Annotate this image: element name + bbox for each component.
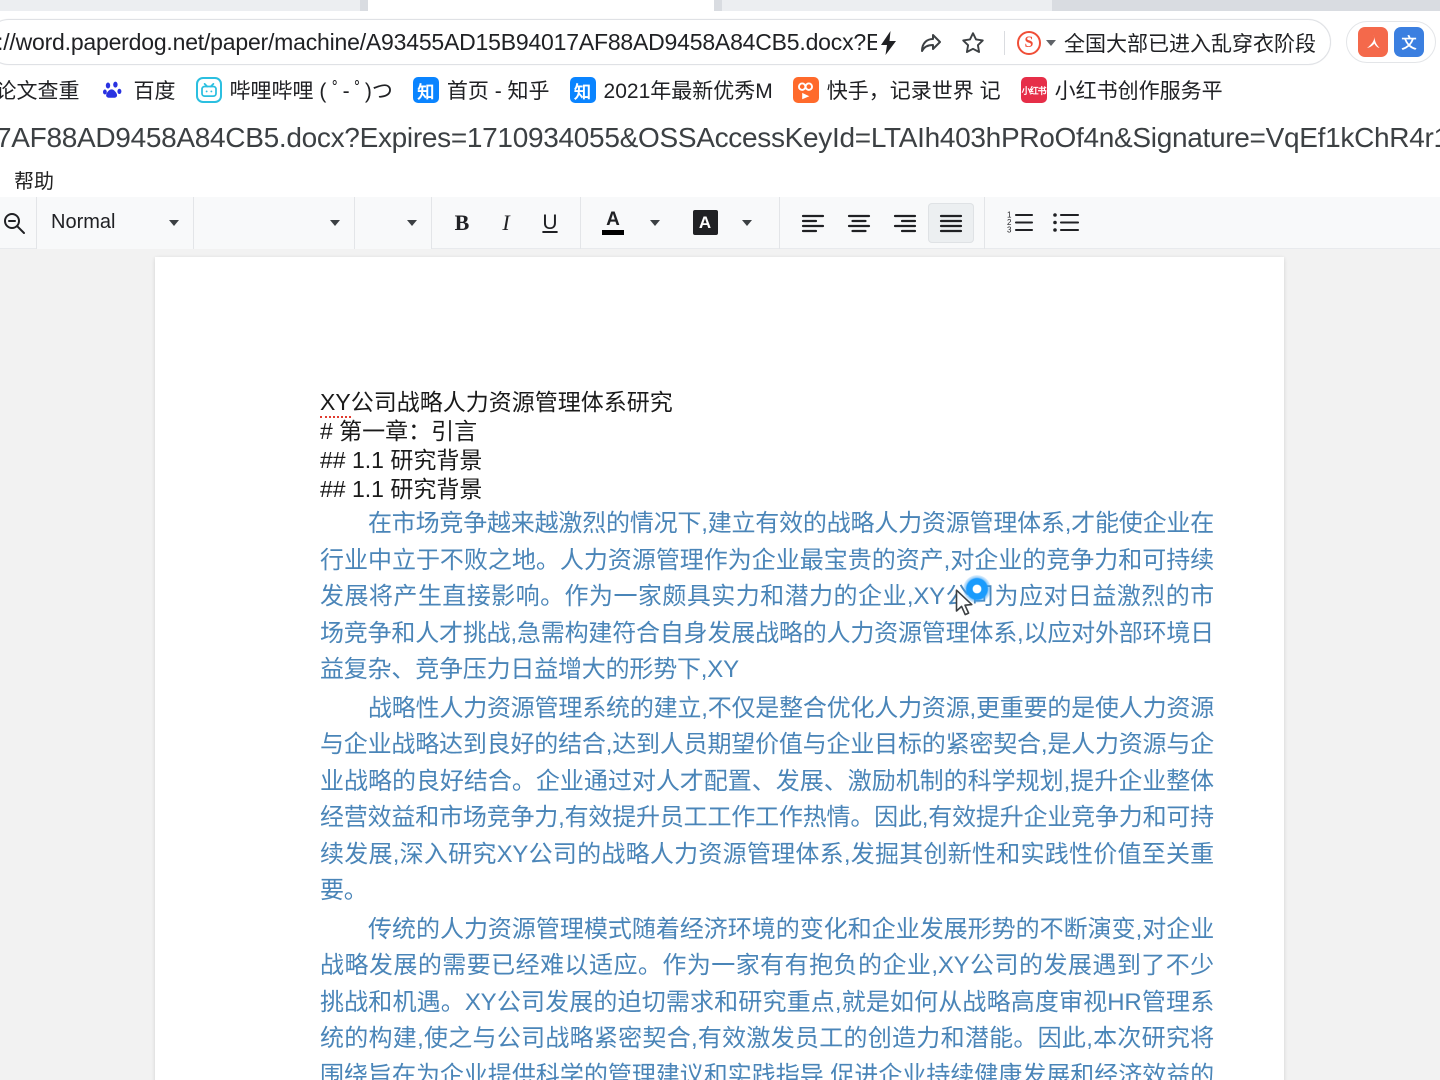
bookmark-label: 小红书创作服务平 xyxy=(1054,80,1223,103)
zhihu-icon: 知 xyxy=(569,77,596,103)
extensions-group: 文 xyxy=(1346,21,1436,63)
document-title-rest: 公司战略人力资源管理体系研究 xyxy=(350,389,673,415)
document-canvas[interactable]: XY公司战略人力资源管理体系研究 # 第一章：引言 ## 1.1 研究背景 ##… xyxy=(0,249,1440,1080)
address-bar-url[interactable]: ://word.paperdog.net/paper/machine/A9345… xyxy=(0,29,877,56)
align-right-button[interactable] xyxy=(882,203,928,243)
bookmarks-bar: s论文查重 百度 哔哩哔哩 ( ﾟ- ﾟ)つ 知 首页 - 知乎 知 2021年… xyxy=(0,66,1440,114)
document-url-header: 7AF88AD9458A84CB5.docx?Expires=171093405… xyxy=(0,114,1440,162)
toolbar-separator xyxy=(779,196,780,249)
document-title-line: XY公司战略人力资源管理体系研究 xyxy=(320,387,1214,418)
spellcheck-word: XY xyxy=(320,389,351,418)
kuaishou-icon xyxy=(792,77,819,103)
bookmark-label: 快手，记录世界 记 xyxy=(826,80,1001,103)
document-heading-1-1: ## 1.1 研究背景 xyxy=(320,447,483,473)
paragraph-style-value: Normal xyxy=(51,211,116,233)
sogou-logo-icon: S xyxy=(1017,31,1041,55)
document-paragraph: 战略性人力资源管理系统的建立,不仅是整合优化人力资源,更重要的是使人力资源与企业… xyxy=(320,694,1214,905)
toolbar-separator xyxy=(431,196,432,249)
lightning-icon[interactable] xyxy=(870,24,908,62)
document-url-text: 7AF88AD9458A84CB5.docx?Expires=171093405… xyxy=(0,122,1440,153)
translate-extension-icon[interactable]: 文 xyxy=(1394,27,1424,57)
text-color-dropdown[interactable] xyxy=(635,203,675,243)
bullet-list-button[interactable] xyxy=(1043,203,1089,243)
bookmark-label: 百度 xyxy=(133,80,176,103)
highlight-color-button[interactable]: A xyxy=(683,203,727,243)
chevron-down-icon xyxy=(650,219,660,226)
underline-button[interactable]: U xyxy=(528,203,572,243)
bookmark-label: 首页 - 知乎 xyxy=(446,80,550,103)
chevron-down-icon xyxy=(169,219,179,226)
document-body[interactable]: XY公司战略人力资源管理体系研究 # 第一章：引言 ## 1.1 研究背景 ##… xyxy=(320,387,1214,1080)
bookmark-item[interactable]: 知 2021年最新优秀M xyxy=(561,70,782,110)
text-color-swatch xyxy=(602,229,624,235)
text-color-label: A xyxy=(606,208,620,230)
bold-button[interactable]: B xyxy=(440,203,484,243)
address-bar[interactable]: ://word.paperdog.net/paper/machine/A9345… xyxy=(0,19,1331,65)
highlight-color-dropdown[interactable] xyxy=(727,203,767,243)
bookmark-item[interactable]: 哔哩哔哩 ( ﾟ- ﾟ)つ xyxy=(187,70,402,110)
browser-tab-strip[interactable] xyxy=(0,0,1440,14)
bold-label: B xyxy=(454,209,470,235)
share-icon[interactable] xyxy=(912,24,950,62)
bookmark-label: s论文查重 xyxy=(0,80,80,103)
bookmark-star-icon[interactable] xyxy=(954,24,992,62)
align-left-button[interactable] xyxy=(790,203,836,243)
svg-text:3: 3 xyxy=(1007,226,1012,235)
baidu-icon xyxy=(99,77,126,103)
document-paragraph: 在市场竞争越来越激烈的情况下,建立有效的战略人力资源管理体系,才能使企业在行业中… xyxy=(320,510,1214,683)
underline-label: U xyxy=(542,210,558,234)
paragraph-style-select[interactable]: Normal xyxy=(37,196,193,249)
bookmark-label: 哔哩哔哩 ( ﾟ- ﾟ)つ xyxy=(229,80,393,103)
chevron-down-icon xyxy=(330,219,340,226)
translate-glyph: 文 xyxy=(1401,34,1417,52)
document-paragraph: 传统的人力资源管理模式随着经济环境的变化和企业发展形势的不断演变,对企业战略发展… xyxy=(320,915,1214,1080)
font-family-select[interactable] xyxy=(194,196,354,249)
sogou-news-chip[interactable]: S 全国大部已进入乱穿衣阶段 xyxy=(1017,28,1316,58)
address-bar-actions: S 全国大部已进入乱穿衣阶段 xyxy=(870,20,1316,66)
xiaohongshu-icon: 小红书 xyxy=(1020,77,1047,103)
bilibili-icon xyxy=(195,77,222,103)
zoom-out-icon[interactable] xyxy=(0,203,36,243)
bookmark-item[interactable]: 知 首页 - 知乎 xyxy=(404,70,559,110)
chevron-down-icon xyxy=(742,219,752,226)
highlight-color-label: A xyxy=(692,210,718,235)
zhihu-icon: 知 xyxy=(412,77,439,103)
editor-toolbar: Normal B I U A A 1 2 3 xyxy=(0,196,1440,249)
menu-item-help[interactable]: 帮助 xyxy=(4,162,64,197)
chevron-down-icon[interactable] xyxy=(1046,40,1056,46)
bookmark-item[interactable]: 百度 xyxy=(91,70,185,110)
bookmark-item[interactable]: 快手，记录世界 记 xyxy=(784,70,1010,110)
bookmark-label: 2021年最新优秀M xyxy=(603,80,773,103)
numbered-list-button[interactable]: 1 2 3 xyxy=(997,203,1043,243)
italic-label: I xyxy=(502,209,510,235)
bookmark-item[interactable]: 小红书 小红书创作服务平 xyxy=(1012,70,1232,110)
document-heading-1-1-duplicate: ## 1.1 研究背景 xyxy=(320,476,483,502)
bookmark-item[interactable]: s论文查重 xyxy=(0,70,89,110)
document-heading-chapter: # 第一章：引言 xyxy=(320,418,478,444)
toolbar-separator xyxy=(984,196,985,249)
toolbar-divider xyxy=(1004,31,1005,55)
sogou-news-text[interactable]: 全国大部已进入乱穿衣阶段 xyxy=(1064,28,1316,58)
toolbar-separator xyxy=(580,196,581,249)
chevron-down-icon xyxy=(407,219,417,226)
adobe-pdf-extension-icon[interactable] xyxy=(1358,27,1388,57)
align-justify-button[interactable] xyxy=(928,202,974,243)
font-size-select[interactable] xyxy=(355,196,431,249)
text-color-button[interactable]: A xyxy=(591,203,635,243)
align-center-button[interactable] xyxy=(836,203,882,243)
document-page[interactable]: XY公司战略人力资源管理体系研究 # 第一章：引言 ## 1.1 研究背景 ##… xyxy=(155,257,1284,1080)
italic-button[interactable]: I xyxy=(484,203,528,243)
editor-menu-bar: 帮助 xyxy=(0,162,1440,197)
